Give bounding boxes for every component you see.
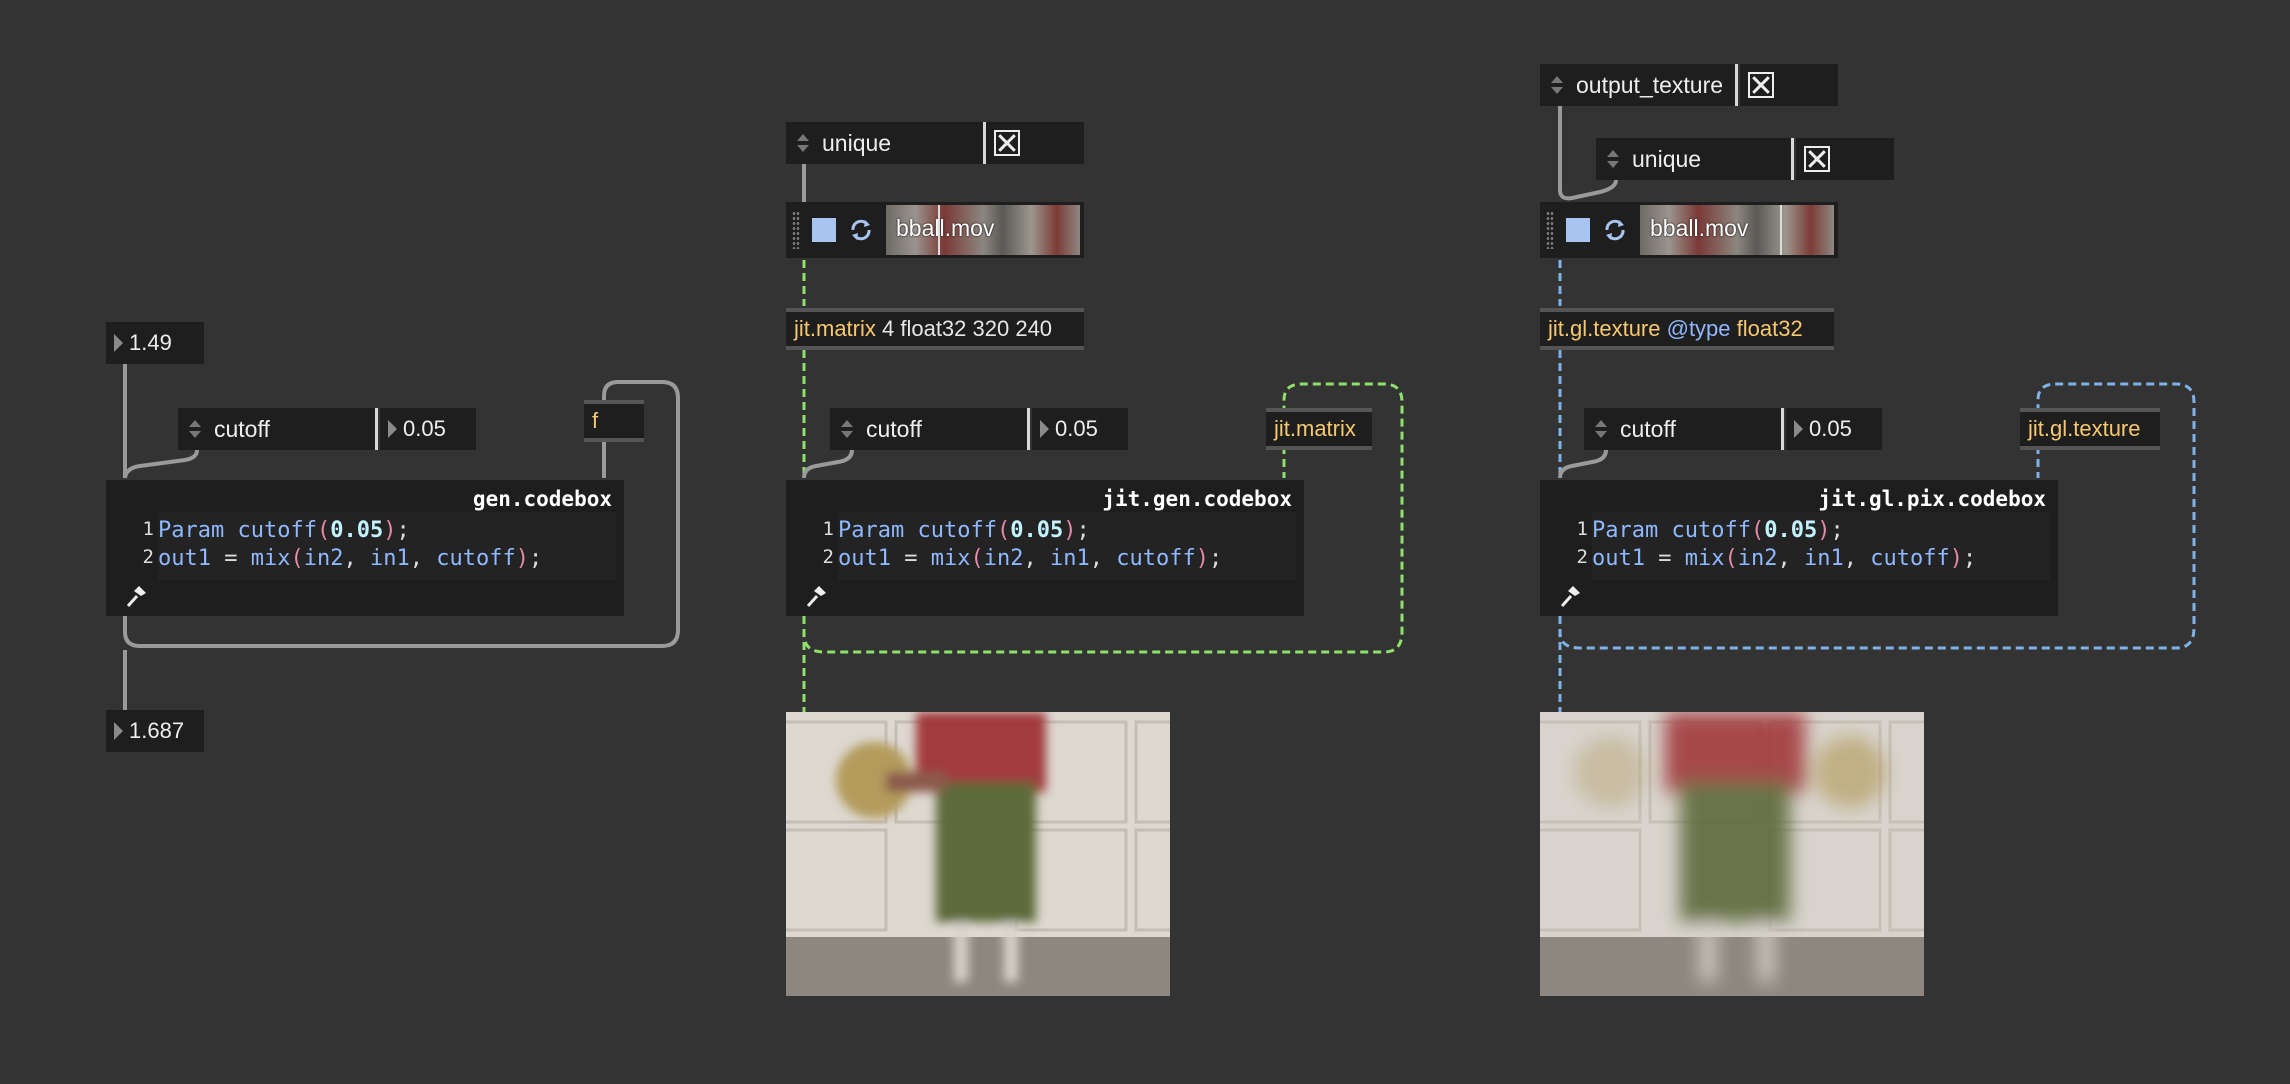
- param-value-number-box[interactable]: 0.05: [380, 408, 476, 450]
- code-editor[interactable]: 1 Param cutoff(0.05); 2 out1 = mix(in2, in…: [1577, 512, 2050, 580]
- jit-gl-pix-codebox[interactable]: jit.gl.pix.codebox 1 Param cutoff(0.05); …: [1540, 480, 2058, 616]
- jit-gl-texture-feedback-object[interactable]: jit.gl.texture: [2020, 408, 2160, 450]
- unique-toggle[interactable]: [1796, 138, 1894, 180]
- jit-gen-codebox[interactable]: jit.gen.codebox 1 Param cutoff(0.05); 2 ou…: [786, 480, 1304, 616]
- toggle-x-icon: [994, 130, 1020, 156]
- unique-attr-menu[interactable]: unique: [786, 122, 986, 164]
- float-number-box-output[interactable]: 1.687: [106, 710, 204, 752]
- unique-attr-menu[interactable]: unique: [1596, 138, 1794, 180]
- jit-matrix-feedback-object[interactable]: jit.matrix: [1266, 408, 1372, 450]
- code-line-1: Param cutoff(0.05);: [838, 518, 1090, 543]
- menu-arrows-icon: [1588, 420, 1614, 438]
- gl-texture-video-preview: [1540, 712, 1924, 996]
- triangle-icon: [1794, 420, 1803, 438]
- menu-arrows-icon: [790, 134, 816, 152]
- hammer-icon[interactable]: [804, 584, 828, 608]
- param-name-menu[interactable]: cutoff: [1584, 408, 1784, 450]
- menu-arrows-icon: [834, 420, 860, 438]
- movie-thumbnail-strip[interactable]: bball.mov: [1640, 205, 1834, 255]
- codebox-title: jit.gl.pix.codebox: [1818, 487, 2046, 511]
- stop-square-icon[interactable]: [1566, 218, 1590, 242]
- movie-player[interactable]: bball.mov: [786, 202, 1084, 258]
- movie-thumbnail-strip[interactable]: bball.mov: [886, 205, 1080, 255]
- loop-icon[interactable]: [848, 217, 874, 243]
- loop-icon[interactable]: [1602, 217, 1628, 243]
- param-name-menu[interactable]: cutoff: [830, 408, 1030, 450]
- float-number-box-input[interactable]: 1.49: [106, 322, 204, 364]
- param-value-number-box[interactable]: 0.05: [1032, 408, 1128, 450]
- movie-filename: bball.mov: [896, 215, 995, 241]
- toggle-x-icon: [1804, 146, 1830, 172]
- param-value-number-box[interactable]: 0.05: [1786, 408, 1882, 450]
- menu-arrows-icon: [1544, 76, 1570, 94]
- jit-pwindow-video-preview: [786, 712, 1170, 996]
- code-editor[interactable]: 1 Param cutoff(0.05); 2 out1 = mix(in2, in…: [823, 512, 1296, 580]
- stop-square-icon[interactable]: [812, 218, 836, 242]
- grip-icon[interactable]: [1546, 211, 1554, 249]
- param-name-menu[interactable]: cutoff: [178, 408, 378, 450]
- unique-toggle[interactable]: [986, 122, 1084, 164]
- code-line-2: out1 = mix(in2, in1, cutoff);: [1592, 546, 1977, 571]
- codebox-title: jit.gen.codebox: [1102, 487, 1292, 511]
- code-line-1: Param cutoff(0.05);: [1592, 518, 1844, 543]
- grip-icon[interactable]: [792, 211, 800, 249]
- hammer-icon[interactable]: [1558, 584, 1582, 608]
- code-line-2: out1 = mix(in2, in1, cutoff);: [158, 546, 543, 571]
- triangle-icon: [114, 722, 123, 740]
- triangle-icon: [114, 334, 123, 352]
- code-line-1: Param cutoff(0.05);: [158, 518, 410, 543]
- code-editor[interactable]: 1 Param cutoff(0.05); 2 out1 = mix(in2, in…: [143, 512, 616, 580]
- menu-arrows-icon: [182, 420, 208, 438]
- jit-matrix-object[interactable]: jit.matrix 4 float32 320 240: [786, 308, 1084, 350]
- output-texture-attr-menu[interactable]: output_texture: [1540, 64, 1738, 106]
- patcher-canvas: 1.49 cutoff 0.05 f gen.codebox 1 Param cu…: [0, 0, 2290, 1084]
- triangle-icon: [388, 420, 397, 438]
- float-object-f[interactable]: f: [584, 400, 644, 442]
- movie-filename: bball.mov: [1650, 215, 1749, 241]
- jit-gl-texture-object[interactable]: jit.gl.texture @type float32: [1540, 308, 1834, 350]
- gen-codebox[interactable]: gen.codebox 1 Param cutoff(0.05); 2 out1 =…: [106, 480, 624, 616]
- toggle-x-icon: [1748, 72, 1774, 98]
- output-texture-toggle[interactable]: [1740, 64, 1838, 106]
- triangle-icon: [1040, 420, 1049, 438]
- menu-arrows-icon: [1600, 150, 1626, 168]
- code-line-2: out1 = mix(in2, in1, cutoff);: [838, 546, 1223, 571]
- hammer-icon[interactable]: [124, 584, 148, 608]
- movie-player[interactable]: bball.mov: [1540, 202, 1838, 258]
- codebox-title: gen.codebox: [472, 487, 612, 511]
